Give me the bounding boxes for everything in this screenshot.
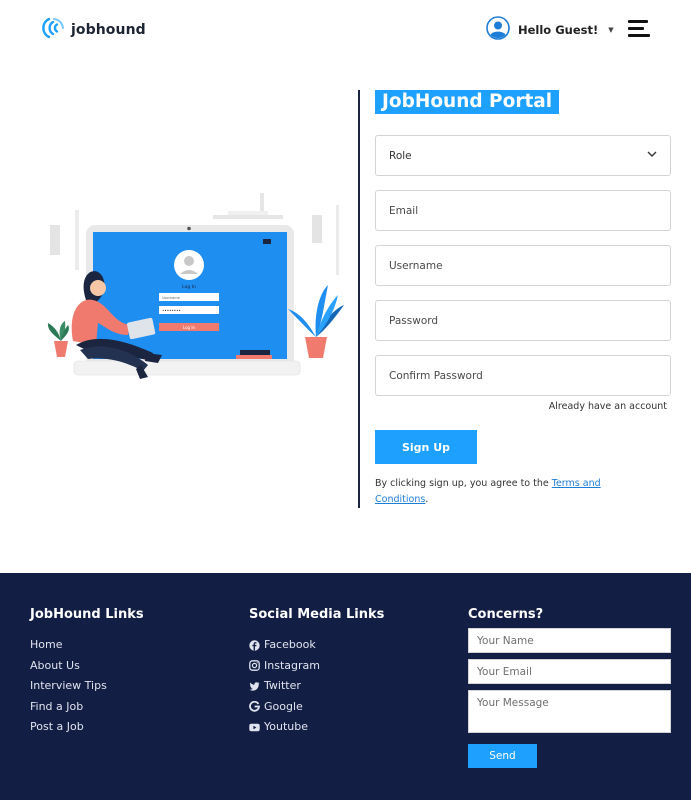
- footer-social-list: Facebook Instagram Twitter Google Youtub…: [249, 635, 320, 738]
- twitter-label: Twitter: [264, 679, 301, 692]
- footer-social-facebook[interactable]: Facebook: [249, 635, 320, 656]
- logo-text: jobhound: [71, 22, 146, 38]
- mini-login-heading: Log In: [182, 284, 196, 290]
- role-select[interactable]: Role: [375, 135, 671, 176]
- footer-name-field[interactable]: [468, 628, 671, 653]
- instagram-label: Instagram: [264, 658, 320, 672]
- user-menu[interactable]: Hello Guest! ▼: [486, 16, 614, 44]
- caret-down-icon: ▼: [608, 26, 614, 34]
- terms-text: By clicking sign up, you agree to the Te…: [375, 476, 655, 508]
- password-field[interactable]: [375, 300, 671, 341]
- footer-email-field[interactable]: [468, 659, 671, 684]
- twitter-icon: [249, 681, 260, 692]
- footer-link-post-job[interactable]: Post a Job: [30, 717, 107, 738]
- username-field[interactable]: [375, 245, 671, 286]
- footer-social-instagram[interactable]: Instagram: [249, 656, 320, 677]
- logo[interactable]: jobhound: [41, 15, 146, 45]
- role-select-value: Role: [389, 149, 412, 162]
- facebook-label: Facebook: [264, 638, 316, 651]
- footer-concerns-title: Concerns?: [468, 607, 544, 622]
- google-label: Google: [264, 699, 303, 713]
- footer-link-interview-tips[interactable]: Interview Tips: [30, 676, 107, 697]
- already-have-account-link[interactable]: Already have an account: [549, 401, 667, 412]
- site-header: jobhound Hello Guest! ▼: [0, 0, 691, 58]
- youtube-label: Youtube: [264, 720, 308, 733]
- footer-links-list: Home About Us Interview Tips Find a Job …: [30, 635, 107, 738]
- confirm-password-field[interactable]: [375, 355, 671, 396]
- greeting-label: Hello Guest!: [518, 23, 599, 37]
- terms-prefix: By clicking sign up, you agree to the: [375, 478, 552, 489]
- logo-icon: [41, 15, 67, 45]
- footer-social-youtube[interactable]: Youtube: [249, 717, 320, 738]
- signup-illustration: Log In Username •••••••• Log In: [38, 185, 350, 385]
- terms-suffix: .: [425, 494, 429, 505]
- footer-social-title: Social Media Links: [249, 607, 385, 622]
- portal-title: JobHound Portal: [375, 90, 560, 114]
- footer-link-find-job[interactable]: Find a Job: [30, 697, 107, 718]
- user-avatar-icon: [486, 16, 510, 44]
- site-footer: JobHound Links Home About Us Interview T…: [0, 573, 691, 800]
- vertical-divider: [358, 90, 360, 508]
- mini-password-field: ••••••••: [162, 308, 181, 313]
- footer-social-twitter[interactable]: Twitter: [249, 676, 320, 697]
- footer-links-title: JobHound Links: [30, 607, 144, 622]
- footer-link-about[interactable]: About Us: [30, 656, 107, 677]
- instagram-icon: [249, 660, 260, 672]
- google-icon: [249, 701, 260, 712]
- footer-link-home[interactable]: Home: [30, 635, 107, 656]
- facebook-icon: [249, 640, 260, 651]
- mini-username-field: Username: [162, 296, 180, 300]
- sign-up-button[interactable]: Sign Up: [375, 430, 477, 464]
- footer-message-field[interactable]: [468, 690, 671, 733]
- email-field[interactable]: [375, 190, 671, 231]
- hamburger-menu-icon[interactable]: [628, 20, 650, 38]
- youtube-icon: [249, 722, 260, 733]
- send-button[interactable]: Send: [468, 744, 537, 768]
- chevron-down-icon: [647, 150, 657, 161]
- mini-login-button: Log In: [183, 325, 196, 330]
- footer-social-google[interactable]: Google: [249, 697, 320, 718]
